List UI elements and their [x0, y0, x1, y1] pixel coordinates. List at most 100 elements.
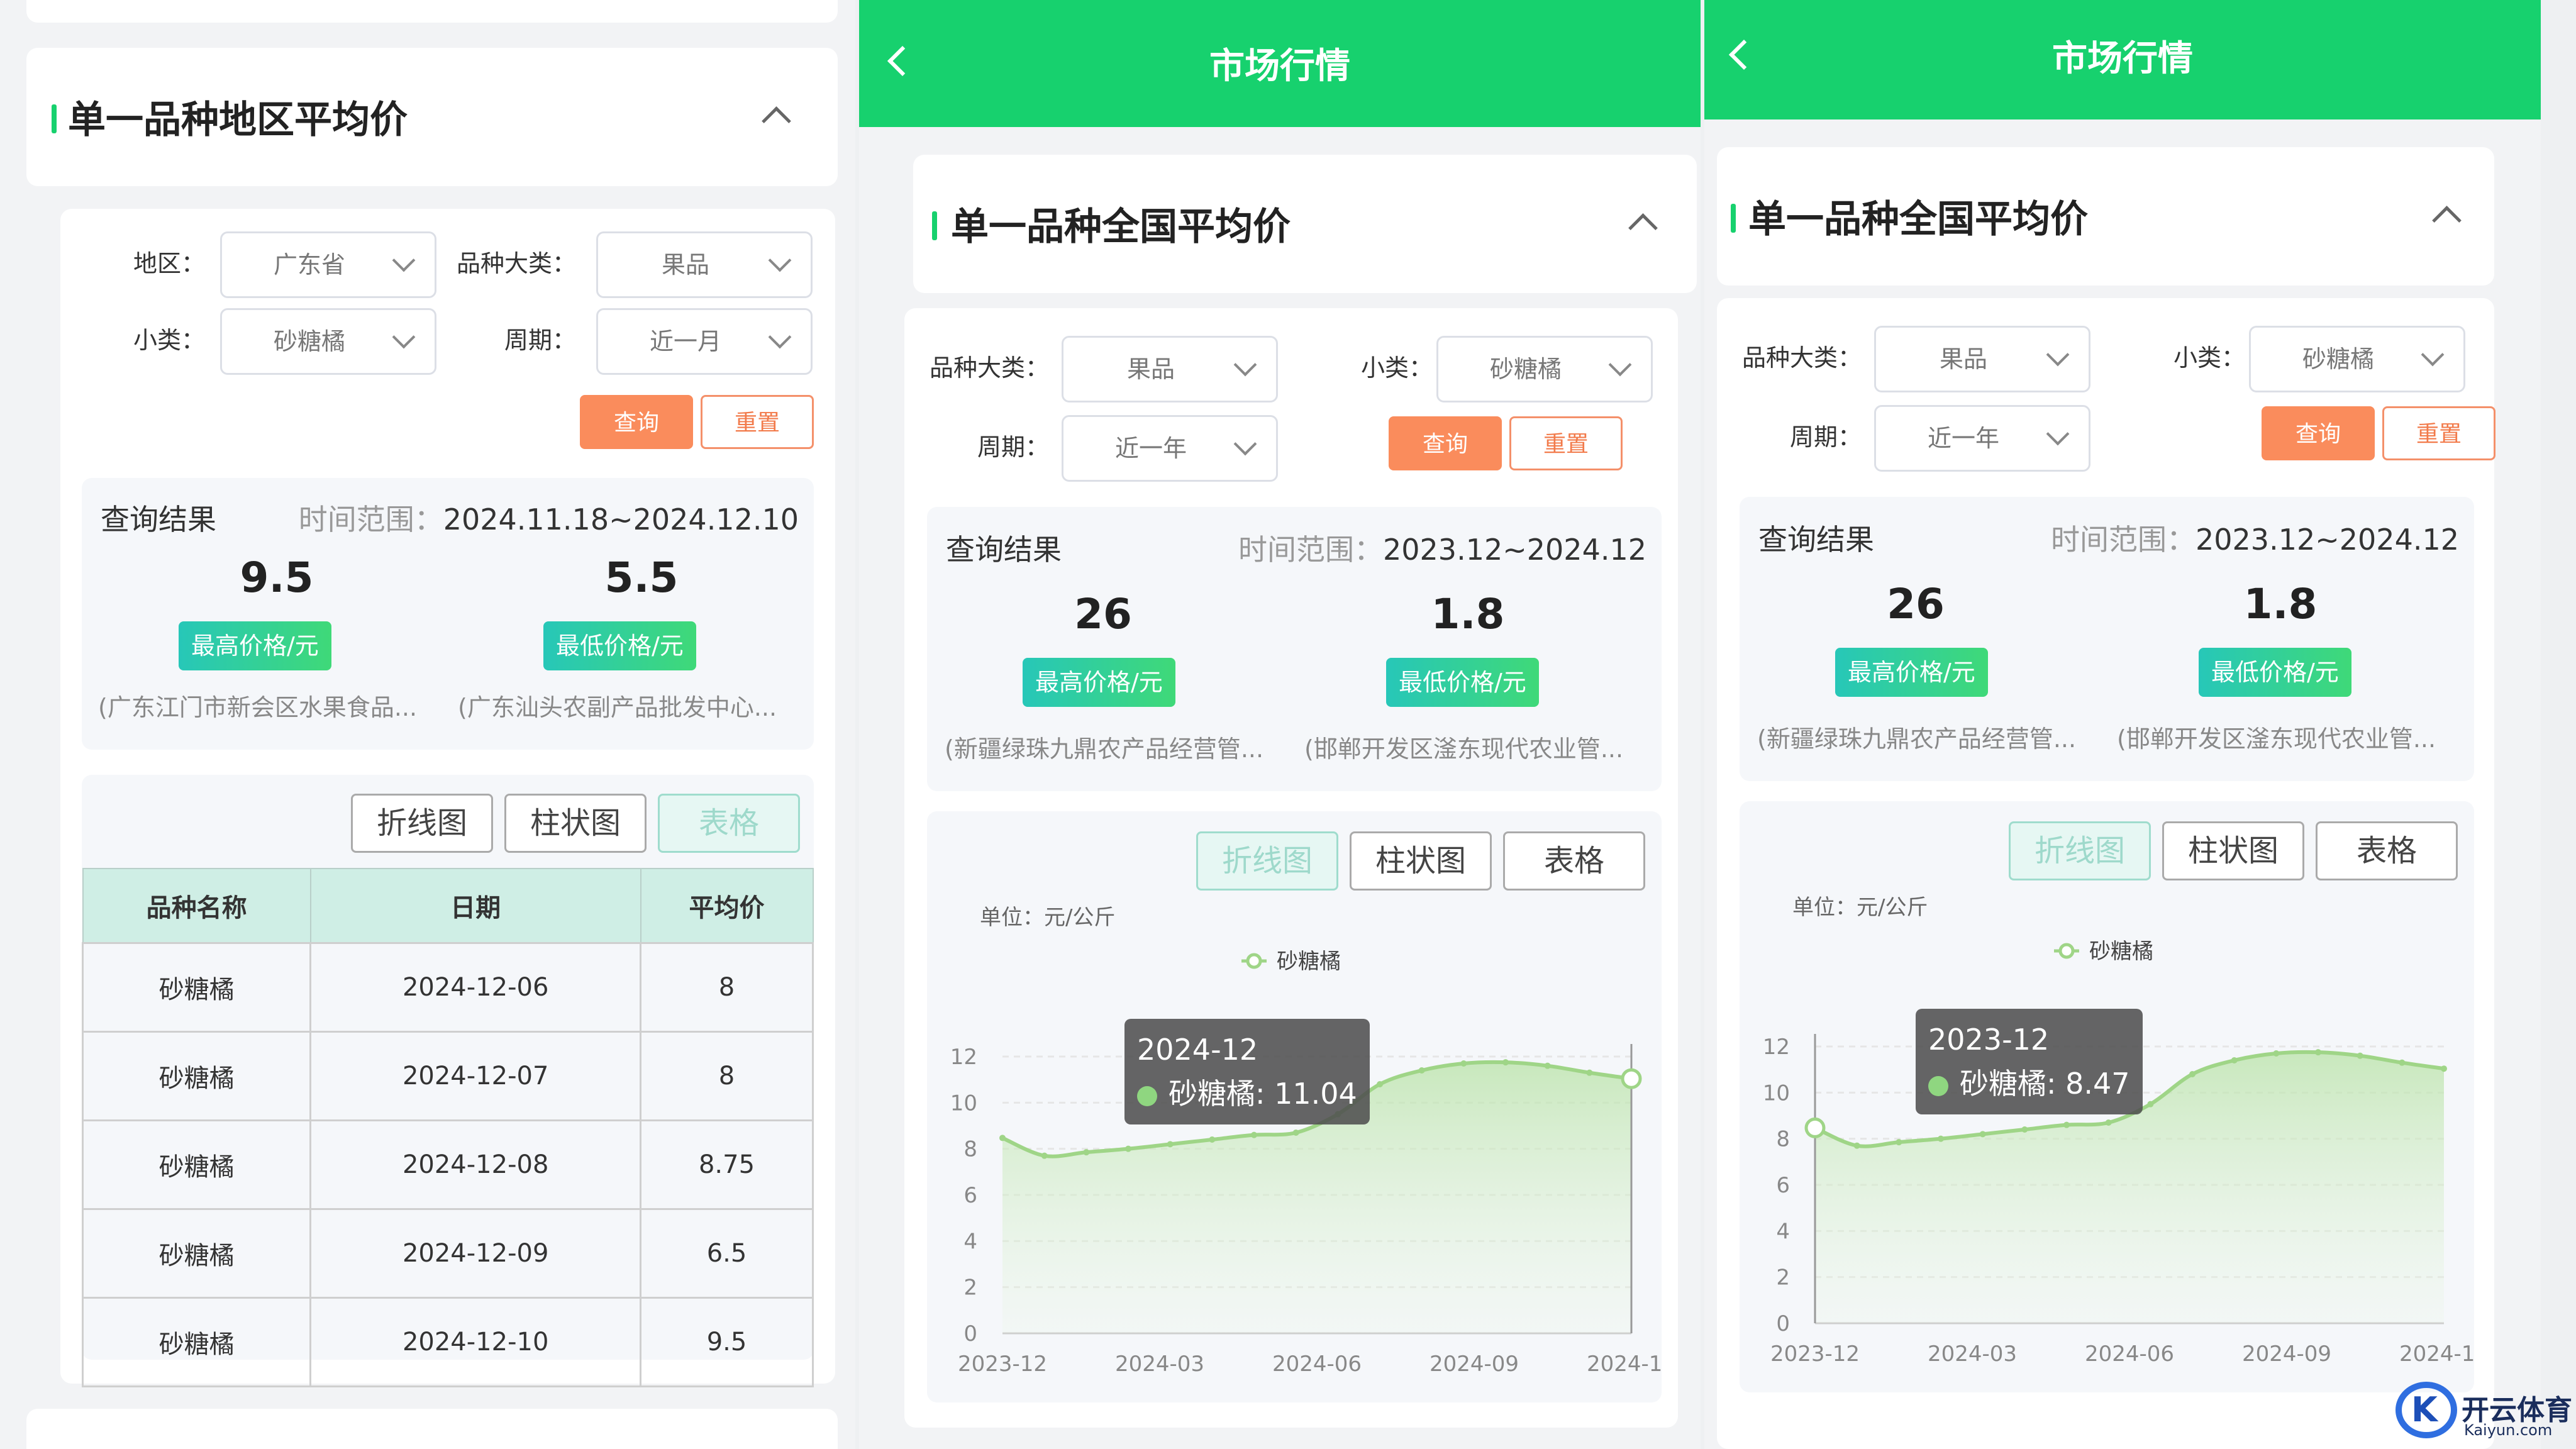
- tab-table[interactable]: 表格: [1503, 831, 1645, 891]
- tab-bar-chart[interactable]: 柱状图: [2162, 821, 2304, 880]
- price-line-chart[interactable]: 单位：元/公斤 砂糖橘 0 2 4 6 8 10 12 2023-12 2024-03 2024-06…: [1740, 889, 2474, 1374]
- subcategory-label: 小类：: [2173, 344, 2245, 372]
- section-accent-bar: [1731, 204, 1736, 233]
- reset-button[interactable]: 重置: [701, 395, 814, 449]
- table-cell: 砂糖橘: [81, 942, 312, 1033]
- time-range: 时间范围：2023.12~2024.12: [2051, 517, 2459, 558]
- tab-line-chart[interactable]: 折线图: [351, 794, 493, 853]
- next-card: [26, 1409, 838, 1449]
- screen-national-price-b: 市场行情 单一品种全国平均价 品种大类： 果品 小类： 砂糖橘 周期： 近一年 …: [1704, 0, 2541, 1449]
- section-header-card[interactable]: 单一品种全国平均价: [913, 155, 1697, 293]
- period-select[interactable]: 近一月: [596, 308, 813, 375]
- data-point: [1209, 1136, 1216, 1143]
- tab-line-chart[interactable]: 折线图: [2009, 821, 2151, 880]
- reset-button[interactable]: 重置: [1509, 416, 1623, 470]
- period-value: 近一年: [1927, 425, 1999, 452]
- legend-label: 砂糖橘: [1277, 949, 1341, 974]
- data-point: [2399, 1059, 2406, 1066]
- x-tick-label: 2024-09: [1430, 1352, 1519, 1377]
- section-title: 单一品种地区平均价: [68, 98, 408, 142]
- query-result-box: 查询结果 时间范围：2023.12~2024.12 26 1.8 最高价格/元 …: [927, 507, 1662, 791]
- query-button[interactable]: 查询: [580, 395, 693, 449]
- data-point: [2231, 1057, 2238, 1063]
- app-header: 市场行情: [1704, 0, 2541, 119]
- table-header: 品种名称: [82, 868, 311, 944]
- data-point: [1544, 1062, 1551, 1069]
- x-tick-label: 2023-12: [958, 1352, 1047, 1377]
- period-select[interactable]: 近一年: [1874, 405, 2090, 472]
- time-range-value: 2023.12~2024.12: [2196, 523, 2459, 557]
- tab-bar-chart[interactable]: 柱状图: [504, 794, 647, 853]
- data-point: [1938, 1135, 1944, 1142]
- y-tick-label: 0: [963, 1321, 977, 1346]
- data-point: [2357, 1052, 2363, 1059]
- region-select[interactable]: 广东省: [220, 231, 436, 298]
- category-select[interactable]: 果品: [596, 231, 813, 298]
- table-cell: 8: [640, 942, 814, 1033]
- tab-table[interactable]: 表格: [2316, 821, 2458, 880]
- data-point: [2315, 1049, 2321, 1056]
- query-button[interactable]: 查询: [1389, 416, 1502, 470]
- data-point: [2147, 1101, 2154, 1108]
- data-point: [1896, 1139, 1902, 1146]
- tab-line-chart[interactable]: 折线图: [1196, 831, 1338, 891]
- x-tick-label: 2023-12: [1770, 1341, 1860, 1367]
- data-point: [1083, 1149, 1090, 1156]
- category-value: 果品: [661, 251, 709, 279]
- table-cell: 6.5: [640, 1208, 814, 1299]
- section-header-card[interactable]: 单一品种地区平均价: [26, 48, 838, 186]
- result-title: 查询结果: [1758, 523, 1874, 557]
- x-tick-label: 2024-09: [2242, 1341, 2331, 1367]
- y-tick-label: 4: [963, 1229, 977, 1254]
- y-tick-label: 2: [963, 1275, 977, 1301]
- table-cell: 2024-12-10: [309, 1297, 642, 1387]
- y-tick-label: 10: [950, 1091, 977, 1116]
- watermark-url: Kaiyun.com: [2464, 1421, 2553, 1439]
- reset-button[interactable]: 重置: [2382, 406, 2496, 460]
- min-price-value: 1.8: [1431, 590, 1505, 638]
- table-cell: 8.75: [640, 1119, 814, 1210]
- section-accent-bar: [52, 104, 57, 133]
- collapse-chevron-icon[interactable]: [762, 106, 791, 136]
- category-select[interactable]: 果品: [1874, 326, 2090, 392]
- legend: 砂糖橘: [1241, 949, 1341, 974]
- collapse-chevron-icon[interactable]: [1628, 213, 1658, 243]
- category-select[interactable]: 果品: [1062, 336, 1278, 402]
- data-point: [2189, 1071, 2196, 1077]
- tooltip-series-dot: [1928, 1075, 1948, 1096]
- subcategory-select[interactable]: 砂糖橘: [1436, 336, 1653, 402]
- tab-bar-chart[interactable]: 柱状图: [1350, 831, 1492, 891]
- region-value: 广东省: [273, 251, 345, 279]
- table-cell: 砂糖橘: [81, 1031, 312, 1121]
- result-title: 查询结果: [946, 533, 1062, 567]
- data-point: [1125, 1145, 1131, 1152]
- subcategory-select[interactable]: 砂糖橘: [2249, 326, 2465, 392]
- period-select[interactable]: 近一年: [1062, 415, 1278, 482]
- data-point: [1979, 1131, 1986, 1138]
- table-cell: 砂糖橘: [81, 1297, 312, 1387]
- price-line-chart[interactable]: 单位：元/公斤 砂糖橘 0 2 4 6 8 10 12 2023-12 2024-03 2024-06…: [927, 899, 1662, 1384]
- chart-tooltip: 2023-12 砂糖橘: 8.47: [1916, 1009, 2143, 1114]
- tab-table[interactable]: 表格: [658, 794, 800, 853]
- section-header-card[interactable]: 单一品种全国平均价: [1717, 147, 2494, 286]
- subcategory-select[interactable]: 砂糖橘: [220, 308, 436, 375]
- y-tick-label: 10: [1763, 1080, 1790, 1106]
- data-point: [1292, 1130, 1299, 1136]
- screen-national-price-a: 市场行情 单一品种全国平均价 品种大类： 果品 小类： 砂糖橘 周期： 近一年 …: [859, 0, 1701, 1449]
- section-title: 单一品种全国平均价: [951, 205, 1291, 249]
- x-tick-label: 2024-12: [1587, 1352, 1662, 1377]
- data-point: [1460, 1060, 1467, 1067]
- app-title: 市场行情: [2052, 38, 2193, 79]
- table-header-row: 品种名称 日期 平均价: [82, 868, 814, 944]
- category-label: 品种大类：: [1741, 344, 1862, 372]
- table-row: 砂糖橘 2024-12-06 8: [81, 942, 814, 1033]
- data-point: [2021, 1126, 2028, 1133]
- data-point: [2063, 1121, 2070, 1128]
- subcategory-label: 小类：: [133, 326, 205, 354]
- collapse-chevron-icon[interactable]: [2432, 206, 2462, 235]
- data-point: [1041, 1152, 1048, 1159]
- time-range-label: 时间范围：: [2051, 523, 2196, 557]
- query-button[interactable]: 查询: [2262, 406, 2375, 460]
- table-cell: 8: [640, 1031, 814, 1121]
- result-title: 查询结果: [101, 502, 216, 536]
